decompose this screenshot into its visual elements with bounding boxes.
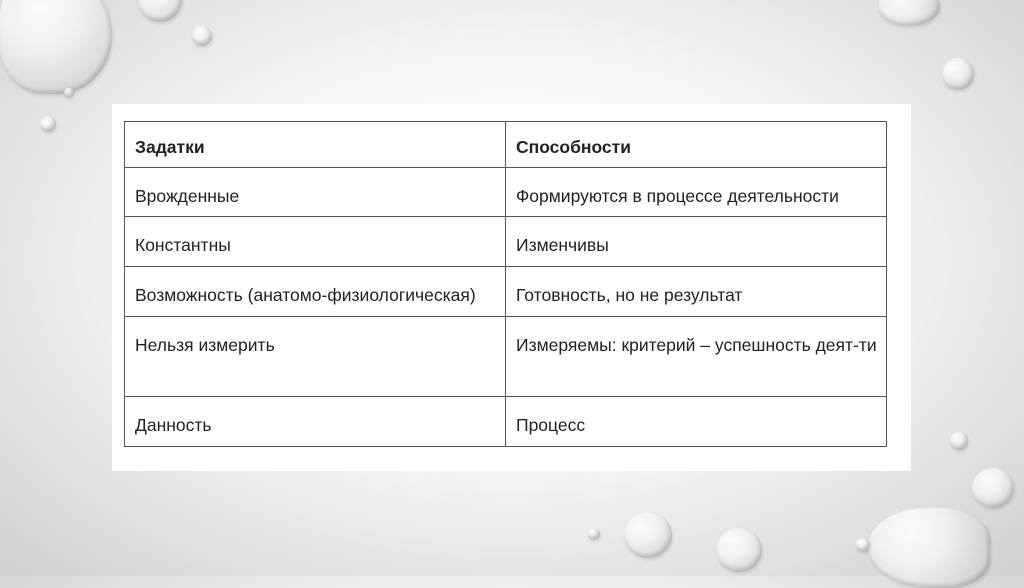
table-header-row: Задатки Способности [124,121,887,168]
table-row: Данность Процесс [124,396,887,447]
table-cell: Нельзя измерить [124,316,506,397]
water-droplet [972,468,1014,508]
table-cell: Возможность (анатомо-физиологическая) [124,266,506,317]
water-droplet [950,432,968,450]
table-panel: Задатки Способности Врожденные Формируют… [112,104,911,471]
column-header-zadatki: Задатки [124,121,506,168]
comparison-table: Задатки Способности Врожденные Формируют… [124,121,887,447]
table-row: Возможность (анатомо-физиологическая) Го… [124,266,887,317]
water-droplet [40,116,56,132]
table-row: Врожденные Формируются в процессе деятел… [124,167,887,217]
water-droplet [192,26,212,46]
water-droplet [138,0,182,22]
water-droplet [64,88,74,98]
water-droplet [588,528,600,540]
table-cell: Константны [124,216,506,267]
table-row: Нельзя измерить Измеряемы: критерий – ус… [124,316,887,397]
table-cell: Данность [124,396,506,447]
water-droplet [856,538,870,552]
water-droplet [624,512,672,558]
table-cell: Готовность, но не результат [505,266,887,317]
water-droplet [942,58,974,90]
table-cell: Процесс [505,396,887,447]
table-cell: Врожденные [124,167,506,217]
column-header-sposobnosti: Способности [505,121,887,168]
water-droplet [878,0,940,26]
water-droplet [868,508,990,588]
table-cell: Формируются в процессе деятельности [505,167,887,217]
water-droplet [0,0,112,94]
table-cell: Изменчивы [505,216,887,267]
water-droplet [716,528,762,572]
table-row: Константны Изменчивы [124,216,887,267]
table-cell: Измеряемы: критерий – успешность деят-ти [505,316,887,397]
